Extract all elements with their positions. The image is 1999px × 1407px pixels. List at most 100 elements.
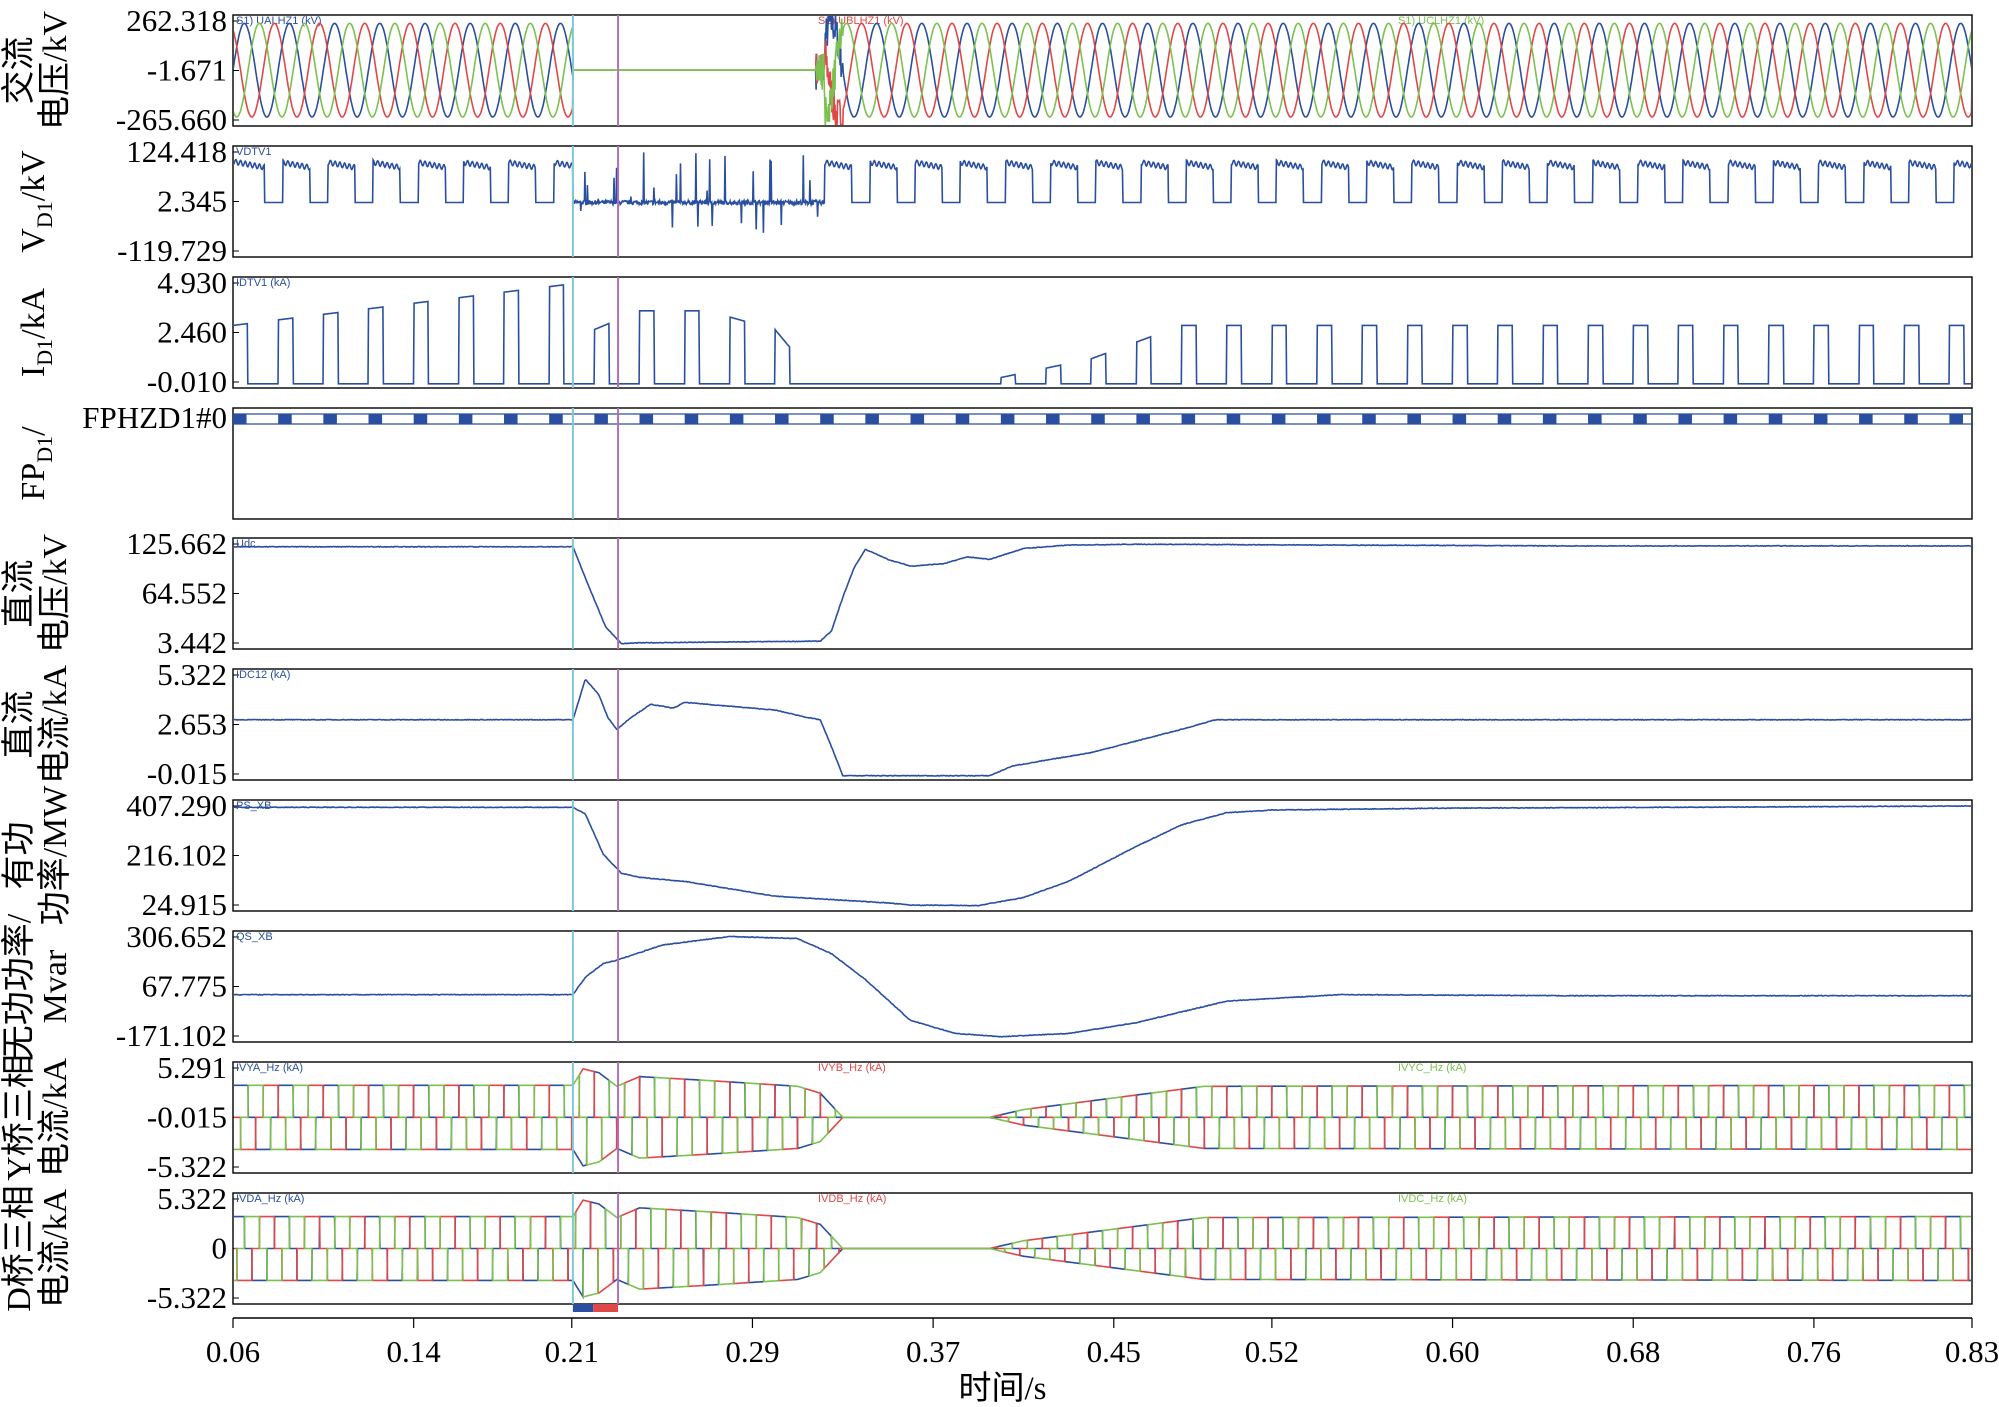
y-axis-label-line: V — [15, 228, 52, 253]
series-legend: IVDA_Hz (kA) — [236, 1193, 304, 1205]
y-axis-label: VD1/kV — [15, 150, 57, 253]
firing-pulse — [775, 414, 789, 424]
y-tick-label: 262.318 — [126, 3, 227, 38]
y-tick-label: 306.652 — [126, 919, 227, 954]
y-tick-label: -171.102 — [116, 1018, 227, 1053]
y-axis-label: 交流电压/kV — [0, 11, 74, 130]
y-tick-label: -119.729 — [117, 233, 227, 268]
y-axis-label-sub: D1 — [32, 201, 57, 228]
figure: 262.318 -1.671 -265.660 交流电压/kV S1) UALHZ1 (… — [0, 3, 1999, 1407]
panel-frame — [232, 14, 1973, 127]
series-S1) UCLHZ1 (kV) — [234, 18, 1971, 125]
panel-reactive-power: 306.652 67.775 -171.102 无功功率/Mvar QS_XB — [0, 913, 1973, 1059]
panel-dc-voltage: 125.662 64.552 3.442 直流电压/kV Udc — [0, 526, 1973, 660]
y-axis-label-line: 电压/kV — [36, 11, 74, 130]
firing-pulse — [549, 414, 563, 424]
firing-pulse — [865, 414, 879, 424]
y-axis-label: FPD1/ — [15, 426, 57, 501]
y-axis-label-unit: / — [15, 426, 52, 436]
firing-pulse — [1452, 414, 1467, 424]
firing-pulse — [684, 414, 699, 424]
y-axis-label-line: I — [15, 366, 52, 377]
series-Udc — [234, 543, 1971, 645]
firing-pulse — [1407, 414, 1421, 424]
y-tick-label: 5.322 — [157, 657, 227, 692]
firing-pulse — [1813, 414, 1828, 424]
y-axis-label-line: 直流 — [0, 560, 38, 628]
y-axis-label: 直流电流/kA — [0, 665, 74, 784]
firing-pulse — [1949, 414, 1963, 424]
series-QS_XB — [234, 935, 1971, 1038]
firing-pulse — [1542, 414, 1557, 424]
firing-pulse — [594, 414, 608, 424]
series-S1) UALHZ1 (kV) — [234, 16, 1971, 118]
firing-pulse — [729, 414, 744, 424]
y-axis-label-line: FP — [15, 463, 52, 501]
y-axis-label-line: 功率/MW — [36, 785, 74, 926]
x-tick-label: 0.21 — [545, 1334, 599, 1369]
x-tick-label: 0.37 — [906, 1334, 960, 1369]
firing-pulse — [1497, 414, 1512, 424]
firing-pulse — [1723, 414, 1738, 424]
firing-pulse — [1678, 414, 1692, 424]
y-axis-label-line: 无功功率/ — [0, 913, 38, 1059]
series-IVDC_Hz (kA) — [234, 1207, 1971, 1299]
firing-pulse — [1588, 414, 1602, 424]
series-legend: QS_XB — [236, 931, 273, 943]
firing-pulse — [1091, 414, 1105, 424]
firing-pulse — [1046, 414, 1060, 424]
series-legend: PS_XB — [236, 800, 271, 812]
y-tick-label: 0 — [212, 1231, 228, 1266]
panel-frame — [232, 537, 1973, 650]
firing-pulse — [1859, 414, 1873, 424]
y-tick-label: 64.552 — [142, 576, 227, 611]
y-tick-label: FPHZD1#0 — [82, 400, 227, 435]
y-tick-label: -265.660 — [116, 102, 227, 137]
panel-y-bridge-current: 5.291 -0.015 -5.322 Y桥三相电流/kA IVYA_Hz (kA) IV… — [0, 1050, 1973, 1184]
y-tick-label: -0.010 — [147, 364, 227, 399]
firing-pulse — [323, 414, 337, 424]
y-tick-label: 124.418 — [126, 134, 227, 169]
cursor-marker-blue — [572, 1304, 594, 1312]
panel-frame — [232, 799, 1973, 912]
panel-ac-voltage: 262.318 -1.671 -265.660 交流电压/kV S1) UALHZ1 (… — [0, 3, 1973, 137]
panel-frame — [232, 407, 1973, 520]
series-legend: IVDB_Hz (kA) — [818, 1193, 886, 1205]
y-axis-label: 无功功率/Mvar — [0, 913, 74, 1059]
panel-frame — [232, 668, 1973, 781]
x-tick-label: 0.68 — [1606, 1334, 1660, 1369]
y-tick-label: 4.930 — [157, 265, 227, 300]
y-axis-label-line: 电流/kA — [36, 665, 74, 784]
firing-pulse — [413, 414, 428, 424]
firing-pulse — [1633, 414, 1647, 424]
y-axis-label-line: 有功 — [0, 822, 38, 890]
panel-valve-current: 4.930 2.460 -0.010 ID1/kA IDTV1 (kA) — [15, 265, 1973, 399]
firing-pulse — [1000, 414, 1015, 424]
x-tick-label: 0.29 — [725, 1334, 779, 1369]
series-VDTV1 — [234, 152, 1971, 233]
firing-pulse — [1271, 414, 1286, 424]
y-axis-label-line: 电压/kV — [36, 534, 74, 653]
firing-pulse — [910, 414, 925, 424]
series-IVYB_Hz (kA) — [234, 1068, 1971, 1162]
y-tick-label: -0.015 — [147, 1100, 227, 1135]
panel-d-bridge-current: 5.322 0 -5.322 D桥三相电流/kA IVDA_Hz (kA) IVDB_Hz… — [0, 1181, 1973, 1315]
series-PS_XB — [234, 804, 1971, 907]
y-tick-label: 216.102 — [126, 838, 227, 873]
y-tick-label: 407.290 — [126, 788, 227, 823]
firing-pulse — [233, 414, 247, 424]
series-legend: IDTV1 (kA) — [236, 277, 290, 289]
series-legend: VDTV1 — [236, 146, 271, 158]
y-tick-label: -5.322 — [147, 1280, 227, 1315]
y-tick-label: 5.322 — [157, 1181, 227, 1216]
series-legend: IVYA_Hz (kA) — [236, 1062, 303, 1074]
y-tick-label: 2.460 — [157, 315, 227, 350]
y-axis-label-line: 电流/kA — [36, 1189, 74, 1308]
firing-pulse — [820, 414, 834, 424]
panel-dc-current: 5.322 2.653 -0.015 直流电流/kA IDC12 (kA) — [0, 657, 1973, 791]
y-tick-label: 125.662 — [126, 526, 227, 561]
series-legend: IVDC_Hz (kA) — [1398, 1193, 1467, 1205]
firing-pulse — [458, 414, 473, 424]
firing-pulse — [1904, 414, 1918, 424]
x-tick-label: 0.14 — [387, 1334, 442, 1369]
